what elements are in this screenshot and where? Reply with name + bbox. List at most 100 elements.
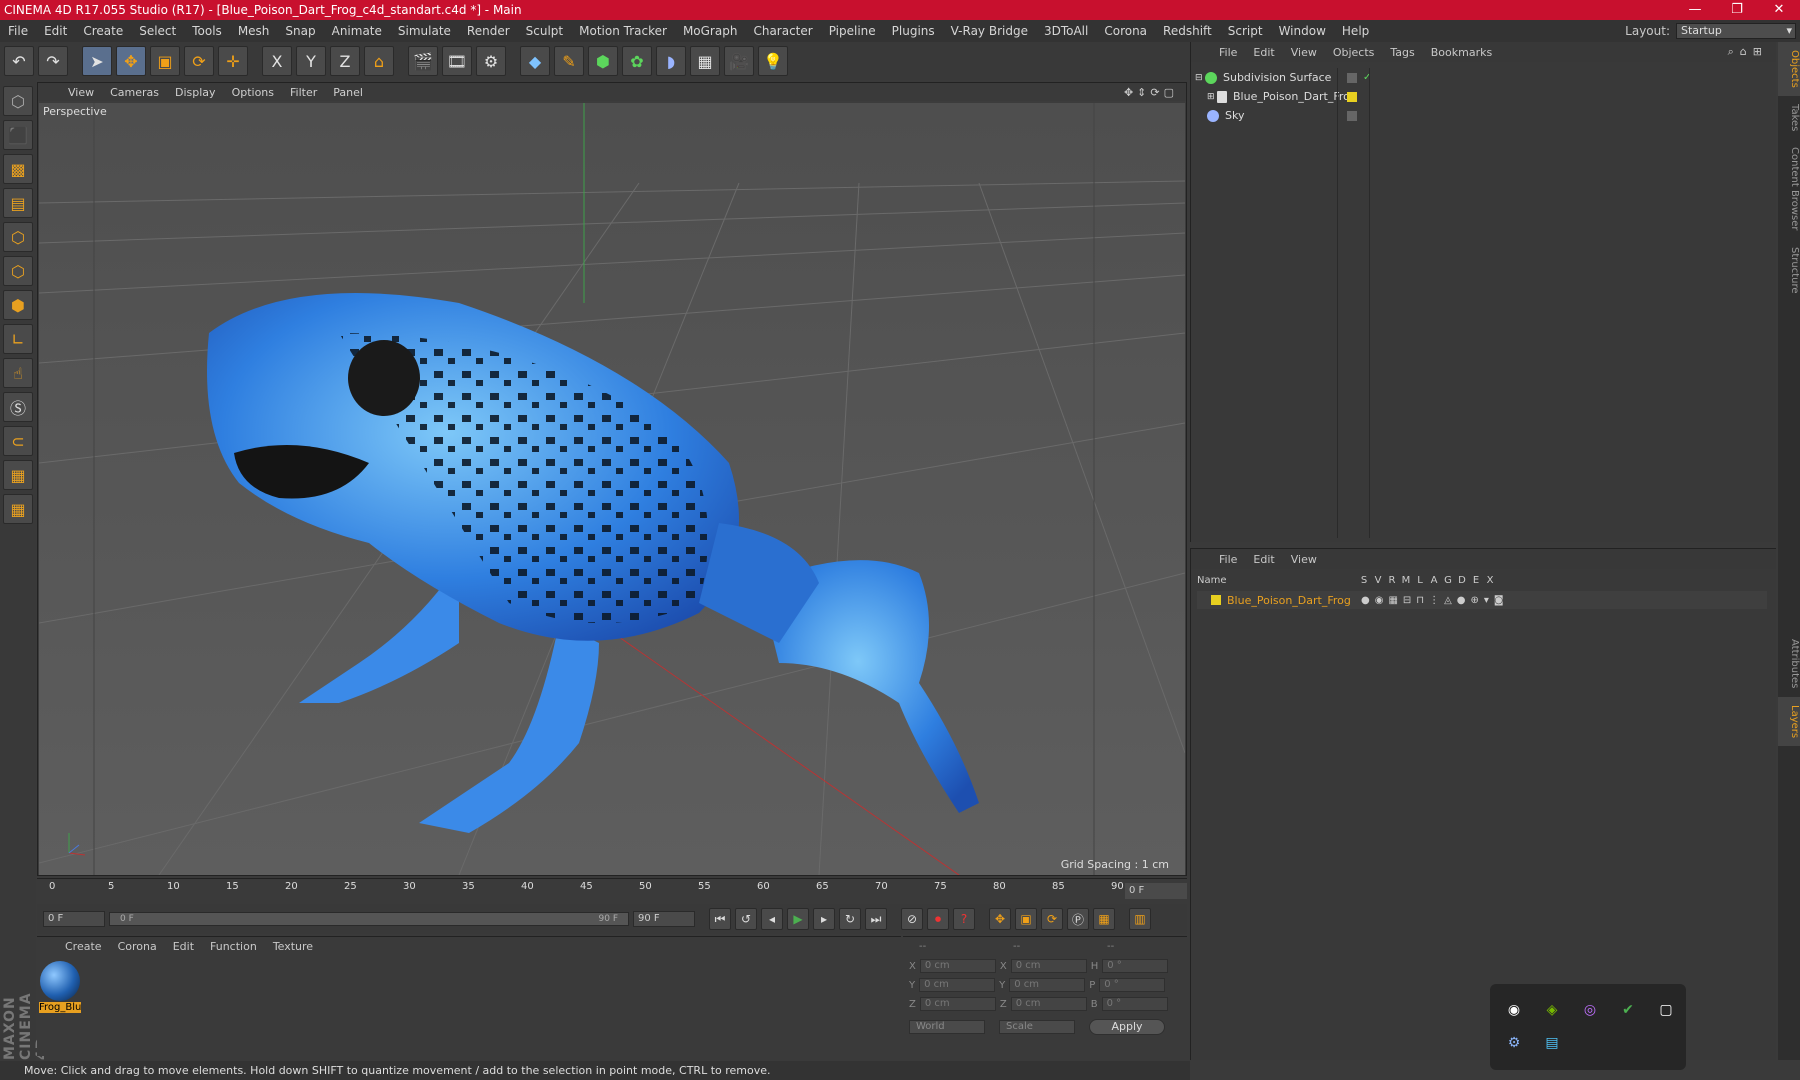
next-key-icon[interactable]: ↻ xyxy=(839,908,861,930)
cloner-icon[interactable]: ✿ xyxy=(622,46,652,76)
render-settings-icon[interactable]: ⚙ xyxy=(476,46,506,76)
subdivision-icon[interactable]: ⬢ xyxy=(588,46,618,76)
timeline-window-icon[interactable]: ▥ xyxy=(1129,908,1151,930)
enabled-check-icon[interactable]: ✓ xyxy=(1363,72,1371,83)
visibility-dots-icon[interactable] xyxy=(1347,110,1357,121)
monitor-app-icon[interactable]: ▤ xyxy=(1540,1031,1564,1055)
live-selection-icon[interactable]: ✛ xyxy=(218,46,248,76)
key-position-icon[interactable]: ✥ xyxy=(989,908,1011,930)
menu-3dtoall[interactable]: 3DToAll xyxy=(1036,24,1096,38)
obj-menu-tags[interactable]: Tags xyxy=(1382,46,1422,59)
object-row[interactable]: Sky xyxy=(1195,106,1773,125)
menu-tools[interactable]: Tools xyxy=(184,24,230,38)
vp-menu-cameras[interactable]: Cameras xyxy=(102,86,167,99)
points-mode-icon[interactable]: ⬡ xyxy=(3,222,33,252)
prev-frame-icon[interactable]: ◂ xyxy=(761,908,783,930)
tweak-mode-icon[interactable]: ☝ xyxy=(3,358,33,388)
collapse-icon[interactable]: ⊟ xyxy=(1195,73,1205,83)
mat-menu-corona[interactable]: Corona xyxy=(110,940,165,953)
timeline-ruler[interactable]: 0 5 10 15 20 25 30 35 40 45 50 55 60 65 … xyxy=(37,878,1187,902)
obj-menu-view[interactable]: View xyxy=(1283,46,1325,59)
3d-viewport[interactable]: Perspective Grid Spacing : 1 cm xyxy=(39,103,1185,875)
tab-takes[interactable]: Takes xyxy=(1778,96,1800,139)
axis-z-button[interactable]: Z xyxy=(330,46,360,76)
menu-motion-tracker[interactable]: Motion Tracker xyxy=(571,24,675,38)
menu-window[interactable]: Window xyxy=(1271,24,1334,38)
select-arrow-icon[interactable]: ➤ xyxy=(82,46,112,76)
axis-x-button[interactable]: X xyxy=(262,46,292,76)
menu-character[interactable]: Character xyxy=(745,24,820,38)
floor-icon[interactable]: ▦ xyxy=(690,46,720,76)
vp-menu-display[interactable]: Display xyxy=(167,86,224,99)
mat-menu-texture[interactable]: Texture xyxy=(265,940,321,953)
viewport-camera-label[interactable]: Perspective xyxy=(43,105,107,118)
tab-content-browser[interactable]: Content Browser xyxy=(1778,139,1800,238)
security-check-icon[interactable]: ✔ xyxy=(1616,998,1640,1022)
make-editable-icon[interactable]: ⬡ xyxy=(3,86,33,116)
menu-simulate[interactable]: Simulate xyxy=(390,24,459,38)
undo-icon[interactable]: ↶ xyxy=(4,46,34,76)
play-icon[interactable]: ▶ xyxy=(787,908,809,930)
axis-y-button[interactable]: Y xyxy=(296,46,326,76)
tab-objects[interactable]: Objects xyxy=(1778,42,1800,96)
menu-create[interactable]: Create xyxy=(75,24,131,38)
pos-x-field[interactable]: 0 cm xyxy=(919,959,996,973)
menu-animate[interactable]: Animate xyxy=(324,24,390,38)
obj-menu-edit[interactable]: Edit xyxy=(1245,46,1282,59)
next-frame-icon[interactable]: ▸ xyxy=(813,908,835,930)
render-picture-viewer-icon[interactable]: 🎞 xyxy=(442,46,472,76)
size-y-field[interactable]: 0 cm xyxy=(1009,978,1086,992)
camera-icon[interactable]: 🎥 xyxy=(724,46,754,76)
mat-menu-edit[interactable]: Edit xyxy=(165,940,202,953)
apply-button[interactable]: Apply xyxy=(1089,1019,1165,1035)
goto-start-icon[interactable]: ⏮ xyxy=(709,908,731,930)
menu-snap[interactable]: Snap xyxy=(277,24,323,38)
key-pla-icon[interactable]: ▦ xyxy=(1093,908,1115,930)
vp-menu-options[interactable]: Options xyxy=(224,86,282,99)
frame-range-slider[interactable]: 0 F 90 F xyxy=(109,912,629,926)
coord-mode-dropdown[interactable]: World xyxy=(909,1020,985,1034)
coord-scale-dropdown[interactable]: Scale xyxy=(999,1020,1075,1034)
material-swatch[interactable]: Frog_Blu xyxy=(39,961,81,1013)
obj-menu-bookmarks[interactable]: Bookmarks xyxy=(1423,46,1500,59)
goto-end-icon[interactable]: ⏭ xyxy=(865,908,887,930)
window-icon[interactable]: ▢ xyxy=(1654,998,1678,1022)
mat-menu-create[interactable]: Create xyxy=(57,940,110,953)
workplane-lock-icon[interactable]: ▦ xyxy=(3,460,33,490)
layer-color-swatch[interactable] xyxy=(1347,91,1357,102)
menu-help[interactable]: Help xyxy=(1334,24,1377,38)
menu-file[interactable]: File xyxy=(0,24,36,38)
minimize-icon[interactable]: — xyxy=(1674,0,1716,20)
vp-menu-panel[interactable]: Panel xyxy=(325,86,371,99)
redo-icon[interactable]: ↷ xyxy=(38,46,68,76)
tab-structure[interactable]: Structure xyxy=(1778,239,1800,302)
object-row[interactable]: ⊟ Subdivision Surface ✓ xyxy=(1195,68,1773,87)
app-icon[interactable]: ◎ xyxy=(1578,998,1602,1022)
menu-corona[interactable]: Corona xyxy=(1096,24,1155,38)
menu-vray-bridge[interactable]: V-Ray Bridge xyxy=(943,24,1036,38)
vp-menu-view[interactable]: View xyxy=(60,86,102,99)
tab-layers[interactable]: Layers xyxy=(1778,696,1800,746)
menu-edit[interactable]: Edit xyxy=(36,24,75,38)
mat-menu-function[interactable]: Function xyxy=(202,940,265,953)
pos-z-field[interactable]: 0 cm xyxy=(919,997,996,1011)
steam-icon[interactable]: ⚙ xyxy=(1502,1031,1526,1055)
size-x-field[interactable]: 0 cm xyxy=(1010,959,1087,973)
key-scale-icon[interactable]: ▣ xyxy=(1015,908,1037,930)
discord-icon[interactable]: ◉ xyxy=(1502,998,1526,1022)
menu-render[interactable]: Render xyxy=(459,24,518,38)
menu-select[interactable]: Select xyxy=(131,24,184,38)
end-frame-field[interactable]: 90 F xyxy=(633,911,695,927)
layer-flag-icons[interactable]: ●◉▦⊟⊓⋮◬●⊕▾◙ xyxy=(1361,595,1509,606)
menu-redshift[interactable]: Redshift xyxy=(1155,24,1220,38)
viewport-nav-icons[interactable]: ✥⇕⟳▢ xyxy=(1124,86,1186,99)
rot-p-field[interactable]: 0 ° xyxy=(1099,978,1166,992)
deformer-icon[interactable]: ◗ xyxy=(656,46,686,76)
expand-icon[interactable]: ⊞ xyxy=(1207,92,1217,102)
prev-key-icon[interactable]: ↺ xyxy=(735,908,757,930)
close-icon[interactable]: ✕ xyxy=(1758,0,1800,20)
vp-menu-filter[interactable]: Filter xyxy=(282,86,325,99)
texture-mode-icon[interactable]: ▩ xyxy=(3,154,33,184)
menu-sculpt[interactable]: Sculpt xyxy=(518,24,571,38)
cube-icon[interactable]: ◆ xyxy=(520,46,550,76)
